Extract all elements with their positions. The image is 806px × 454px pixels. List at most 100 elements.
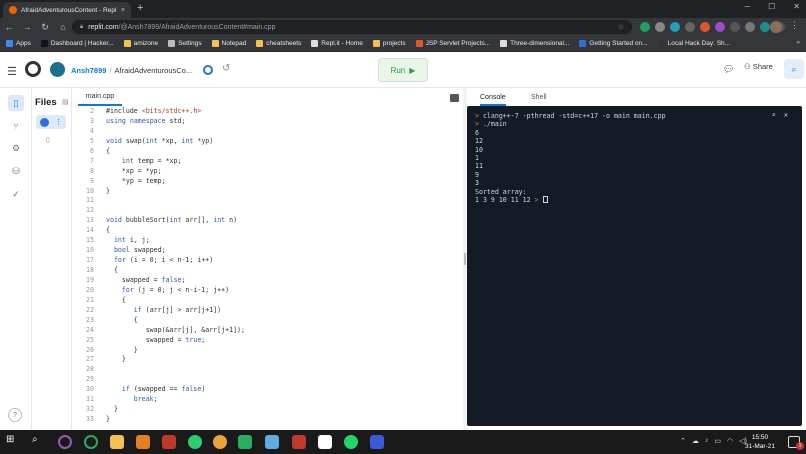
- code-area[interactable]: 2 #include <bits/stdc++.h> 3 using namespac…: [72, 107, 463, 425]
- bookmarks-bar: Apps Dashboard | Hacker... amizone Setti…: [0, 36, 806, 52]
- bookmark-label: Repl.it - Home: [321, 40, 363, 47]
- app-icon[interactable]: [292, 435, 306, 449]
- maximize-icon[interactable]: ☐: [768, 2, 775, 11]
- extension-icon[interactable]: [700, 22, 710, 32]
- app-icon[interactable]: [370, 435, 384, 449]
- cortana-icon[interactable]: [58, 435, 72, 449]
- chrome-menu-icon[interactable]: ⋮: [790, 20, 799, 31]
- line-number: 7: [90, 156, 94, 165]
- history-icon[interactable]: ↺: [222, 63, 230, 74]
- extension-icon[interactable]: [640, 22, 650, 32]
- folder-icon: [372, 40, 380, 47]
- file-item-main-cpp[interactable]: ⋮: [36, 115, 66, 129]
- terminal[interactable]: ⌕ ✕ > clang++-7 -pthread -std=c++17 -o m…: [467, 106, 802, 426]
- browser-tab[interactable]: AfraidAdventurousContent - Repl ×: [3, 2, 131, 18]
- code-line: 4: [72, 127, 463, 137]
- bookmark-item[interactable]: Getting Started on...: [579, 40, 648, 47]
- extension-icon[interactable]: [655, 22, 665, 32]
- editor-options-icon[interactable]: [450, 94, 459, 102]
- search-icon[interactable]: ⌕: [784, 59, 804, 79]
- document-icon[interactable]: ▯: [46, 136, 50, 144]
- chrome-icon[interactable]: [213, 435, 227, 449]
- reload-icon[interactable]: ↻: [36, 22, 54, 33]
- bookmark-item[interactable]: Three-dimensional...: [500, 40, 569, 47]
- app-icon[interactable]: [162, 435, 176, 449]
- clear-icon[interactable]: ✕: [784, 111, 788, 119]
- unit-tests-check-icon[interactable]: ✓: [8, 186, 24, 202]
- user-avatar[interactable]: [50, 62, 65, 77]
- home-icon[interactable]: ⌂: [54, 22, 72, 32]
- tab-shell[interactable]: Shell: [531, 94, 547, 101]
- bookmark-item[interactable]: projects: [372, 40, 406, 47]
- notification-count: 1: [796, 442, 804, 450]
- app-icon[interactable]: [265, 435, 279, 449]
- files-icon[interactable]: ▯: [8, 95, 24, 111]
- bookmark-item[interactable]: Settings: [168, 40, 202, 47]
- minimize-icon[interactable]: ─: [744, 2, 750, 11]
- bookmark-item[interactable]: Dashboard | Hacker...: [40, 40, 114, 47]
- run-button[interactable]: Run ▶: [378, 58, 428, 82]
- chat-icon[interactable]: 💬︎: [723, 64, 734, 75]
- bookmark-item[interactable]: Repl.it - Home: [311, 40, 363, 47]
- language-icon: [203, 65, 213, 75]
- share-button[interactable]: ⚇ Share: [744, 62, 773, 71]
- taskbar: ⊞ ⌕ ⌃ ☁ ♪ ▭ ◠ ◁) 15:50 31-Mar-21 1: [0, 430, 806, 454]
- line-number: 32: [86, 405, 94, 414]
- mic-icon[interactable]: ♪: [705, 437, 709, 445]
- repl-name[interactable]: AfraidAdventurousCo...: [115, 66, 193, 75]
- code-line: 15 int i, j;: [72, 236, 463, 246]
- file-explorer-icon[interactable]: [110, 435, 124, 449]
- replit-favicon-icon: [9, 6, 17, 14]
- code-text: }: [106, 355, 126, 364]
- search-icon[interactable]: ⌕: [32, 434, 46, 448]
- extension-icon[interactable]: [685, 22, 695, 32]
- app-icon[interactable]: [84, 435, 98, 449]
- code-text: if (arr[j] > arr[j+1]): [133, 305, 222, 314]
- help-icon[interactable]: ?: [8, 408, 22, 422]
- bookmark-item[interactable]: Apps: [6, 40, 31, 47]
- line-number: 18: [86, 266, 94, 274]
- app-icon[interactable]: [238, 435, 252, 449]
- bookmark-item[interactable]: Local Hack Day: Sh...: [657, 40, 730, 47]
- extension-icon[interactable]: [760, 22, 770, 32]
- extension-icon[interactable]: [745, 22, 755, 32]
- app-icon[interactable]: [318, 435, 332, 449]
- code-line: 26 }: [72, 346, 463, 356]
- tab-close-icon[interactable]: ×: [121, 7, 125, 14]
- cloud-icon[interactable]: ☁: [692, 437, 699, 445]
- clock[interactable]: 15:50 31-Mar-21: [745, 433, 775, 451]
- extension-icon[interactable]: [670, 22, 680, 32]
- bookmark-item[interactable]: JSP Servlet Projects...: [415, 40, 490, 47]
- editor-tab-main-cpp[interactable]: main.cpp: [78, 93, 122, 106]
- window-close-icon[interactable]: ✕: [793, 2, 800, 11]
- bookmark-item[interactable]: amizone: [123, 40, 158, 47]
- extension-icon[interactable]: [715, 22, 725, 32]
- bookmark-star-icon[interactable]: ☆: [618, 23, 624, 31]
- bookmarks-overflow-icon[interactable]: »: [796, 39, 800, 46]
- profile-avatar[interactable]: [770, 21, 782, 33]
- version-control-icon[interactable]: ⑂: [8, 118, 24, 134]
- username-link[interactable]: Ansh7899: [71, 66, 106, 75]
- search-icon[interactable]: ⌕: [772, 111, 776, 119]
- whatsapp-icon[interactable]: [344, 435, 358, 449]
- settings-gear-icon[interactable]: ⚙: [8, 140, 24, 156]
- extension-icon[interactable]: [730, 22, 740, 32]
- url-input[interactable]: 🔒︎ replit.com/@Ansh7899/AfraidAdventurou…: [72, 20, 632, 34]
- bookmark-item[interactable]: cheatsheets: [256, 40, 301, 47]
- wifi-icon[interactable]: ◠: [727, 437, 733, 445]
- app-icon[interactable]: [136, 435, 150, 449]
- bookmark-item[interactable]: Notepad: [211, 40, 246, 47]
- windows-start-icon[interactable]: ⊞: [6, 434, 20, 448]
- battery-icon[interactable]: ▭: [714, 437, 721, 445]
- app-icon[interactable]: [188, 435, 202, 449]
- new-tab-icon[interactable]: +: [137, 2, 143, 14]
- back-icon[interactable]: ←: [0, 22, 18, 32]
- tab-console[interactable]: Console: [480, 94, 506, 106]
- add-file-icon[interactable]: ▤: [62, 98, 69, 106]
- chevron-up-icon[interactable]: ⌃: [680, 437, 686, 445]
- menu-icon[interactable]: ☰: [7, 65, 17, 78]
- forward-icon[interactable]: →: [18, 22, 36, 32]
- database-icon[interactable]: ⛁: [8, 163, 24, 179]
- replit-logo-icon[interactable]: [25, 61, 41, 77]
- file-options-icon[interactable]: ⋮: [55, 118, 62, 126]
